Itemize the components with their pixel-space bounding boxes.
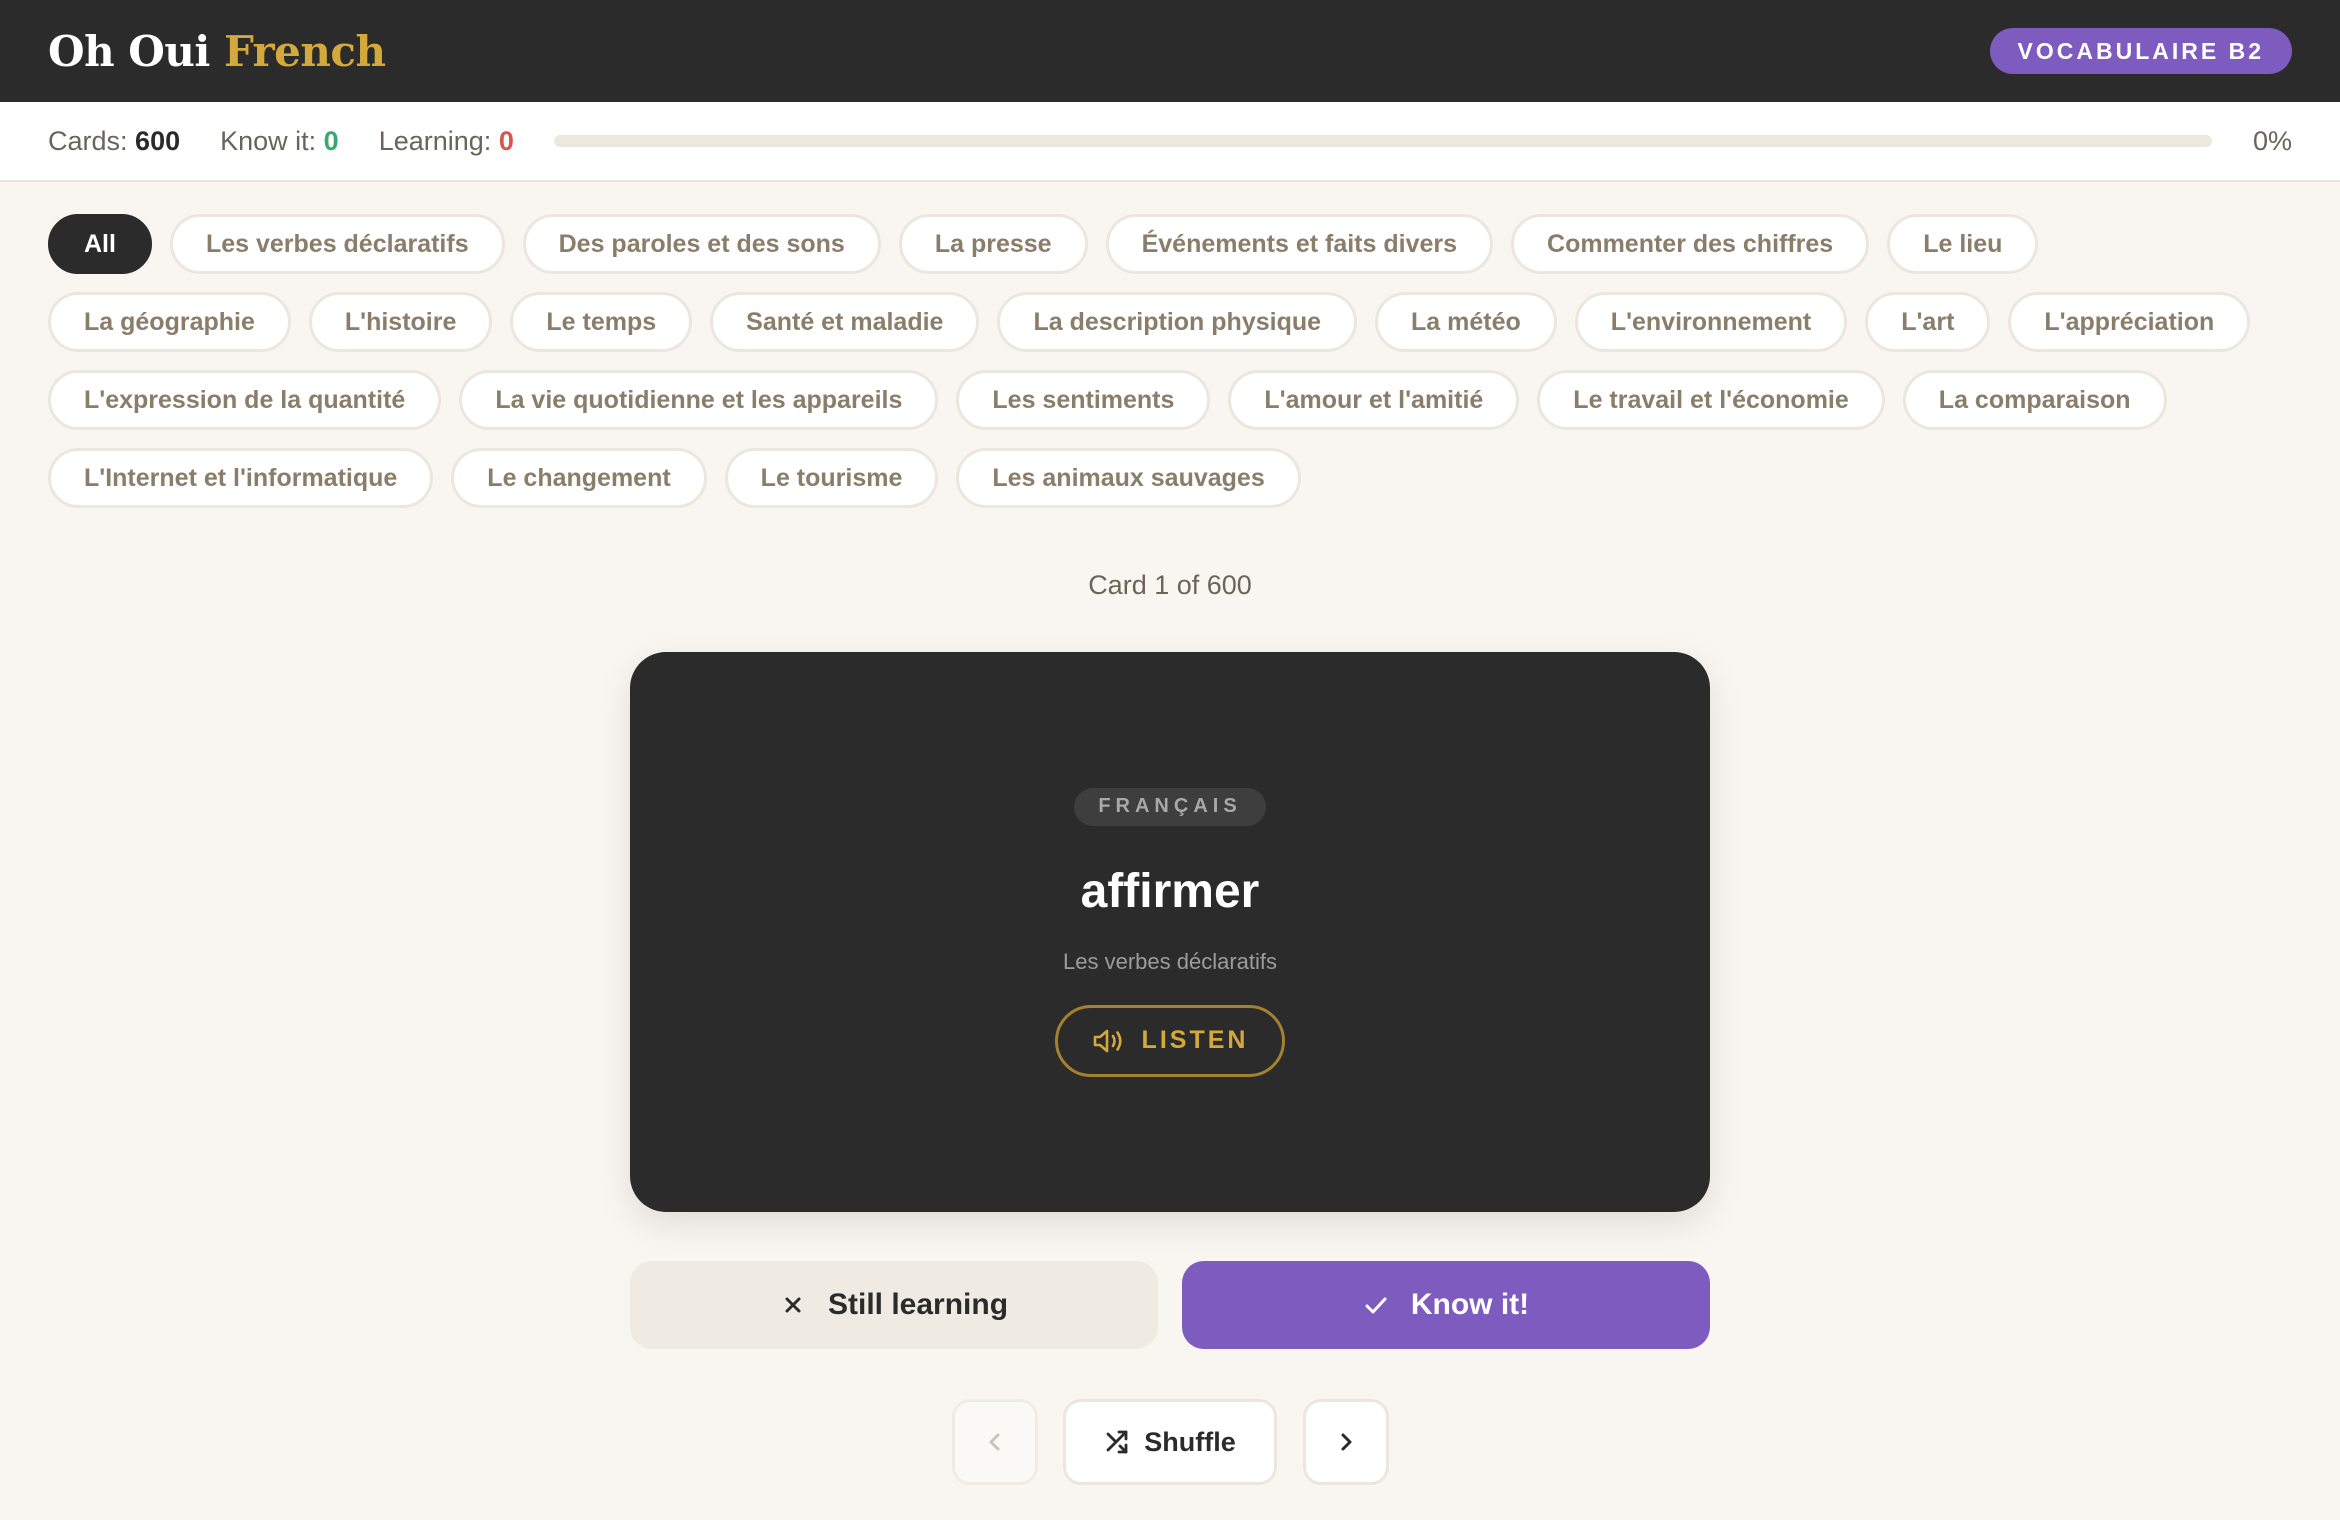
chevron-left-icon (989, 1433, 1000, 1451)
stat-know-label: Know it: (220, 125, 317, 156)
category-filter-list: All Les verbes déclaratifs Des paroles et … (48, 214, 2292, 508)
logo-main: Oh Oui (48, 26, 210, 76)
speaker-icon (1093, 1029, 1122, 1052)
stat-know-value: 0 (323, 125, 339, 156)
level-badge: VOCABULAIRE B2 (1989, 28, 2292, 74)
category-chip[interactable]: La géographie (48, 292, 291, 352)
stat-learning: Learning: 0 (379, 126, 514, 157)
category-chip[interactable]: Les sentiments (956, 370, 1211, 430)
category-chip[interactable]: Événements et faits divers (1105, 214, 1494, 274)
close-icon (785, 1297, 801, 1313)
category-chip[interactable]: La presse (898, 214, 1088, 274)
language-pill: FRANÇAIS (1074, 787, 1266, 826)
category-chip[interactable]: Les animaux sauvages (956, 448, 1301, 508)
category-chip[interactable]: L'histoire (308, 292, 493, 352)
category-chip[interactable]: Le travail et l'économie (1537, 370, 1885, 430)
next-card-button[interactable] (1303, 1399, 1389, 1485)
app-header: Oh Oui French VOCABULAIRE B2 (0, 0, 2340, 102)
card-category: Les verbes déclaratifs (1063, 948, 1277, 974)
category-chip[interactable]: Santé et maladie (710, 292, 980, 352)
shuffle-button[interactable]: Shuffle (1063, 1399, 1277, 1485)
stat-cards-label: Cards: (48, 125, 128, 156)
category-chip[interactable]: L'expression de la quantité (48, 370, 442, 430)
stat-cards-value: 600 (135, 125, 181, 156)
shuffle-icon (1106, 1430, 1128, 1454)
category-chip[interactable]: L'Internet et l'informatique (48, 448, 434, 508)
category-chip[interactable]: Le lieu (1887, 214, 2039, 274)
listen-button[interactable]: LISTEN (1054, 1004, 1286, 1077)
category-chip[interactable]: L'environnement (1574, 292, 1848, 352)
logo-accent: French (223, 26, 386, 76)
category-chip[interactable]: Des paroles et des sons (522, 214, 881, 274)
progress-percent: 0% (2252, 125, 2292, 156)
card-word: affirmer (1080, 864, 1260, 918)
category-chip[interactable]: Commenter des chiffres (1511, 214, 1870, 274)
previous-card-button[interactable] (952, 1399, 1038, 1485)
shuffle-label: Shuffle (1144, 1426, 1236, 1457)
still-learning-button[interactable]: Still learning (630, 1261, 1158, 1349)
category-chip[interactable]: Le temps (510, 292, 693, 352)
category-chip[interactable]: L'appréciation (2008, 292, 2251, 352)
listen-label: LISTEN (1141, 1026, 1249, 1054)
know-it-button[interactable]: Know it! (1182, 1261, 1710, 1349)
stat-learning-value: 0 (498, 125, 514, 156)
category-chip[interactable]: Les verbes déclaratifs (169, 214, 505, 274)
category-chip[interactable]: L'amour et l'amitié (1228, 370, 1520, 430)
stats-bar: Cards: 600 Know it: 0 Learning: 0 0% (0, 102, 2340, 182)
category-chip[interactable]: La vie quotidienne et les appareils (459, 370, 939, 430)
category-chip[interactable]: La météo (1375, 292, 1557, 352)
category-chip[interactable]: La description physique (997, 292, 1358, 352)
stat-cards: Cards: 600 (48, 126, 180, 157)
stat-learning-label: Learning: (378, 125, 492, 156)
still-learning-label: Still learning (827, 1288, 1009, 1321)
know-it-label: Know it! (1410, 1288, 1530, 1321)
stat-know: Know it: 0 (220, 126, 339, 157)
app-logo[interactable]: Oh Oui French (48, 27, 386, 76)
category-chip-all[interactable]: All (48, 214, 152, 274)
card-counter: Card 1 of 600 (1088, 570, 1252, 600)
check-icon (1365, 1297, 1387, 1314)
progress-bar (553, 135, 2212, 147)
chevron-right-icon (1341, 1433, 1352, 1451)
flashcard[interactable]: FRANÇAIS affirmer Les verbes déclaratifs… (630, 652, 1710, 1212)
category-chip[interactable]: L'art (1865, 292, 1991, 352)
category-chip[interactable]: La comparaison (1902, 370, 2167, 430)
category-chip[interactable]: Le tourisme (724, 448, 939, 508)
category-chip[interactable]: Le changement (451, 448, 707, 508)
